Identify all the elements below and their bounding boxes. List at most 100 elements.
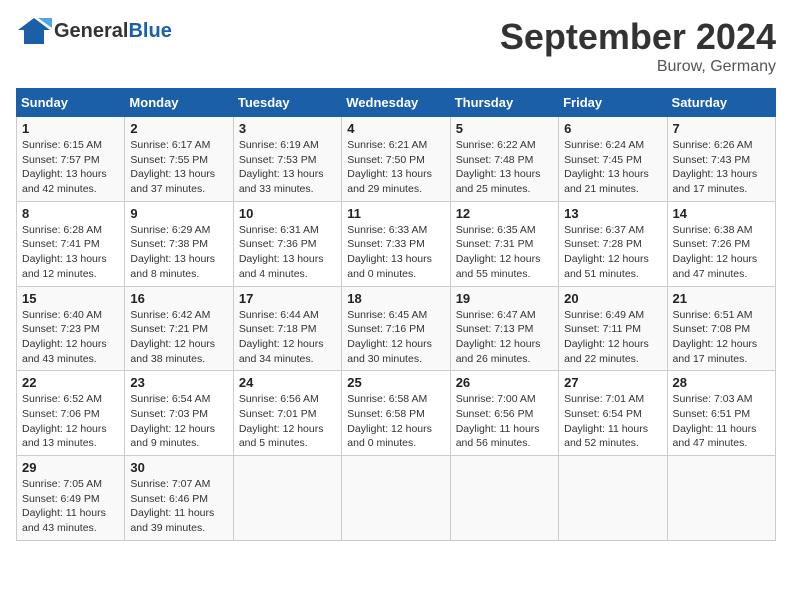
- day-number: 11: [347, 206, 444, 221]
- calendar-day-cell: 30Sunrise: 7:07 AM Sunset: 6:46 PM Dayli…: [125, 456, 233, 541]
- column-header-sunday: Sunday: [17, 89, 125, 117]
- calendar-day-cell: 4 Sunrise: 6:21 AM Sunset: 7:50 PM Daylig…: [342, 117, 450, 202]
- day-info: Sunrise: 6:19 AM Sunset: 7:53 PM Dayligh…: [239, 138, 336, 197]
- day-number: 19: [456, 291, 553, 306]
- calendar-header-row: SundayMondayTuesdayWednesdayThursdayFrid…: [17, 89, 776, 117]
- day-info: Sunrise: 6:56 AM Sunset: 7:01 PM Dayligh…: [239, 392, 336, 451]
- day-info: Sunrise: 6:31 AM Sunset: 7:36 PM Dayligh…: [239, 223, 336, 282]
- day-number: 1: [22, 121, 119, 136]
- column-header-monday: Monday: [125, 89, 233, 117]
- day-number: 8: [22, 206, 119, 221]
- day-number: 29: [22, 460, 119, 475]
- calendar-day-cell: 16Sunrise: 6:42 AM Sunset: 7:21 PM Dayli…: [125, 286, 233, 371]
- day-number: 10: [239, 206, 336, 221]
- day-info: Sunrise: 6:29 AM Sunset: 7:38 PM Dayligh…: [130, 223, 227, 282]
- day-info: Sunrise: 6:58 AM Sunset: 6:58 PM Dayligh…: [347, 392, 444, 451]
- calendar-day-cell: 5Sunrise: 6:22 AM Sunset: 7:48 PM Daylig…: [450, 117, 558, 202]
- calendar-week-row: 8 Sunrise: 6:28 AM Sunset: 7:41 PM Daylig…: [17, 201, 776, 286]
- day-info: Sunrise: 6:40 AM Sunset: 7:23 PM Dayligh…: [22, 308, 119, 367]
- calendar-day-cell: 18Sunrise: 6:45 AM Sunset: 7:16 PM Dayli…: [342, 286, 450, 371]
- page-header: GeneralBlue September 2024 Burow, German…: [16, 16, 776, 76]
- day-number: 24: [239, 375, 336, 390]
- day-info: Sunrise: 7:03 AM Sunset: 6:51 PM Dayligh…: [673, 392, 770, 451]
- title-block: September 2024 Burow, Germany: [500, 16, 776, 76]
- day-info: Sunrise: 6:47 AM Sunset: 7:13 PM Dayligh…: [456, 308, 553, 367]
- day-info: Sunrise: 6:54 AM Sunset: 7:03 PM Dayligh…: [130, 392, 227, 451]
- calendar-day-cell: 29 Sunrise: 7:05 AM Sunset: 6:49 PM Dayli…: [17, 456, 125, 541]
- calendar-day-cell: 3 Sunrise: 6:19 AM Sunset: 7:53 PM Daylig…: [233, 117, 341, 202]
- calendar-day-cell: 7 Sunrise: 6:26 AM Sunset: 7:43 PM Daylig…: [667, 117, 775, 202]
- day-info: Sunrise: 7:07 AM Sunset: 6:46 PM Dayligh…: [130, 477, 227, 536]
- day-info: Sunrise: 6:49 AM Sunset: 7:11 PM Dayligh…: [564, 308, 661, 367]
- day-number: 3: [239, 121, 336, 136]
- column-header-thursday: Thursday: [450, 89, 558, 117]
- calendar-day-cell: 19 Sunrise: 6:47 AM Sunset: 7:13 PM Dayli…: [450, 286, 558, 371]
- calendar-day-cell: 6 Sunrise: 6:24 AM Sunset: 7:45 PM Daylig…: [559, 117, 667, 202]
- day-info: Sunrise: 7:00 AM Sunset: 6:56 PM Dayligh…: [456, 392, 553, 451]
- calendar-day-cell: 28 Sunrise: 7:03 AM Sunset: 6:51 PM Dayli…: [667, 371, 775, 456]
- empty-cell: [233, 456, 341, 541]
- day-info: Sunrise: 6:21 AM Sunset: 7:50 PM Dayligh…: [347, 138, 444, 197]
- day-number: 12: [456, 206, 553, 221]
- month-title: September 2024: [500, 16, 776, 58]
- logo: GeneralBlue: [16, 16, 172, 46]
- day-number: 15: [22, 291, 119, 306]
- calendar-week-row: 29 Sunrise: 7:05 AM Sunset: 6:49 PM Dayli…: [17, 456, 776, 541]
- day-info: Sunrise: 6:17 AM Sunset: 7:55 PM Dayligh…: [130, 138, 227, 197]
- calendar-day-cell: 24 Sunrise: 6:56 AM Sunset: 7:01 PM Dayli…: [233, 371, 341, 456]
- column-header-tuesday: Tuesday: [233, 89, 341, 117]
- day-info: Sunrise: 6:15 AM Sunset: 7:57 PM Dayligh…: [22, 138, 119, 197]
- empty-cell: [342, 456, 450, 541]
- calendar-week-row: 15 Sunrise: 6:40 AM Sunset: 7:23 PM Dayli…: [17, 286, 776, 371]
- calendar-day-cell: 22 Sunrise: 6:52 AM Sunset: 7:06 PM Dayli…: [17, 371, 125, 456]
- calendar-week-row: 1 Sunrise: 6:15 AM Sunset: 7:57 PM Daylig…: [17, 117, 776, 202]
- day-info: Sunrise: 6:35 AM Sunset: 7:31 PM Dayligh…: [456, 223, 553, 282]
- calendar-day-cell: 14 Sunrise: 6:38 AM Sunset: 7:26 PM Dayli…: [667, 201, 775, 286]
- day-number: 22: [22, 375, 119, 390]
- day-info: Sunrise: 6:24 AM Sunset: 7:45 PM Dayligh…: [564, 138, 661, 197]
- empty-cell: [450, 456, 558, 541]
- calendar-day-cell: 15 Sunrise: 6:40 AM Sunset: 7:23 PM Dayli…: [17, 286, 125, 371]
- day-info: Sunrise: 6:51 AM Sunset: 7:08 PM Dayligh…: [673, 308, 770, 367]
- calendar-day-cell: 8 Sunrise: 6:28 AM Sunset: 7:41 PM Daylig…: [17, 201, 125, 286]
- day-number: 13: [564, 206, 661, 221]
- day-number: 5: [456, 121, 553, 136]
- day-info: Sunrise: 6:28 AM Sunset: 7:41 PM Dayligh…: [22, 223, 119, 282]
- calendar-day-cell: 23 Sunrise: 6:54 AM Sunset: 7:03 PM Dayli…: [125, 371, 233, 456]
- day-number: 7: [673, 121, 770, 136]
- day-info: Sunrise: 6:52 AM Sunset: 7:06 PM Dayligh…: [22, 392, 119, 451]
- calendar-day-cell: 17 Sunrise: 6:44 AM Sunset: 7:18 PM Dayli…: [233, 286, 341, 371]
- day-number: 4: [347, 121, 444, 136]
- day-number: 6: [564, 121, 661, 136]
- calendar-day-cell: 20 Sunrise: 6:49 AM Sunset: 7:11 PM Dayli…: [559, 286, 667, 371]
- day-info: Sunrise: 6:37 AM Sunset: 7:28 PM Dayligh…: [564, 223, 661, 282]
- column-header-wednesday: Wednesday: [342, 89, 450, 117]
- day-info: Sunrise: 7:05 AM Sunset: 6:49 PM Dayligh…: [22, 477, 119, 536]
- day-number: 23: [130, 375, 227, 390]
- calendar-day-cell: 2 Sunrise: 6:17 AM Sunset: 7:55 PM Daylig…: [125, 117, 233, 202]
- day-info: Sunrise: 6:38 AM Sunset: 7:26 PM Dayligh…: [673, 223, 770, 282]
- calendar-day-cell: 1 Sunrise: 6:15 AM Sunset: 7:57 PM Daylig…: [17, 117, 125, 202]
- day-number: 25: [347, 375, 444, 390]
- empty-cell: [559, 456, 667, 541]
- column-header-friday: Friday: [559, 89, 667, 117]
- day-number: 20: [564, 291, 661, 306]
- calendar-day-cell: 21 Sunrise: 6:51 AM Sunset: 7:08 PM Dayli…: [667, 286, 775, 371]
- day-info: Sunrise: 7:01 AM Sunset: 6:54 PM Dayligh…: [564, 392, 661, 451]
- day-info: Sunrise: 6:44 AM Sunset: 7:18 PM Dayligh…: [239, 308, 336, 367]
- calendar-table: SundayMondayTuesdayWednesdayThursdayFrid…: [16, 88, 776, 541]
- column-header-saturday: Saturday: [667, 89, 775, 117]
- day-number: 21: [673, 291, 770, 306]
- day-number: 17: [239, 291, 336, 306]
- logo-text: GeneralBlue: [54, 20, 172, 43]
- logo-icon: [16, 16, 52, 46]
- empty-cell: [667, 456, 775, 541]
- day-number: 28: [673, 375, 770, 390]
- day-number: 2: [130, 121, 227, 136]
- calendar-day-cell: 9Sunrise: 6:29 AM Sunset: 7:38 PM Daylig…: [125, 201, 233, 286]
- day-info: Sunrise: 6:42 AM Sunset: 7:21 PM Dayligh…: [130, 308, 227, 367]
- calendar-week-row: 22 Sunrise: 6:52 AM Sunset: 7:06 PM Dayli…: [17, 371, 776, 456]
- day-number: 14: [673, 206, 770, 221]
- day-info: Sunrise: 6:26 AM Sunset: 7:43 PM Dayligh…: [673, 138, 770, 197]
- day-info: Sunrise: 6:33 AM Sunset: 7:33 PM Dayligh…: [347, 223, 444, 282]
